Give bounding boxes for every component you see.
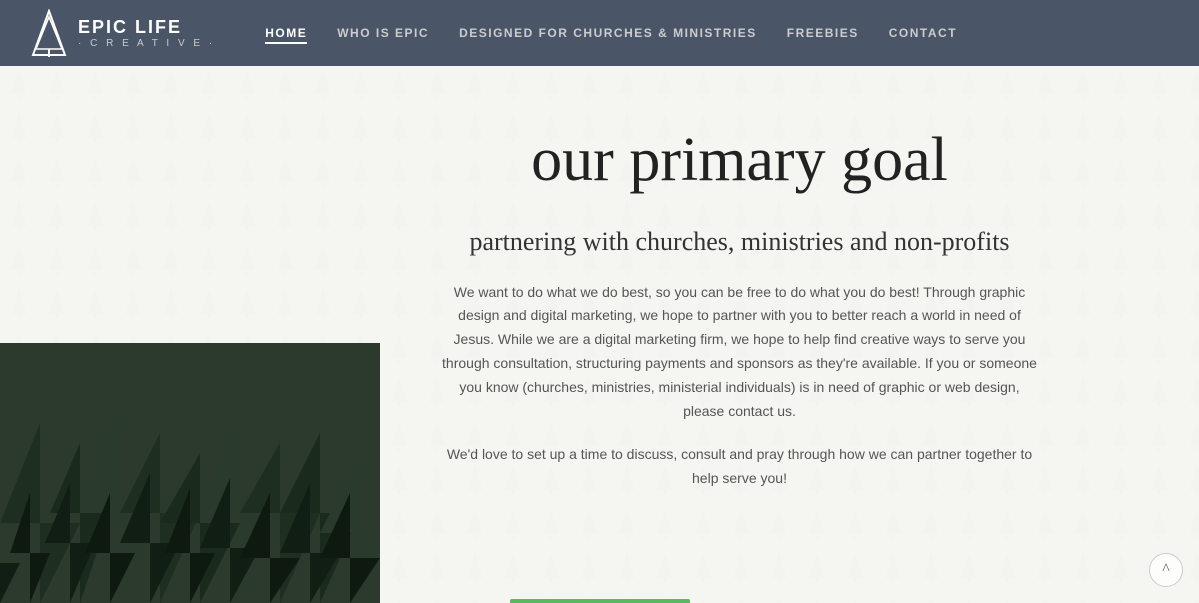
navbar: EPIC LIFE · C R E A T I V E · HOME WHO I…	[0, 0, 1199, 66]
logo-title: EPIC LIFE	[78, 17, 215, 38]
nav-links: HOME WHO IS EPIC DESIGNED FOR CHURCHES &…	[265, 24, 957, 42]
nav-item-designed[interactable]: DESIGNED FOR CHURCHES & MINISTRIES	[459, 24, 757, 42]
main-area: our primary goal partnering with churche…	[0, 66, 1199, 603]
content-box: our primary goal partnering with churche…	[380, 126, 1099, 491]
nav-link-freebies[interactable]: FREEBIES	[787, 26, 859, 40]
nav-item-home[interactable]: HOME	[265, 24, 307, 42]
logo-subtitle: · C R E A T I V E ·	[78, 38, 215, 49]
nav-item-contact[interactable]: CONTACT	[889, 24, 957, 42]
body-text-1: We want to do what we do best, so you ca…	[440, 281, 1040, 424]
chevron-up-icon: ^	[1162, 561, 1170, 579]
green-bar-decoration	[510, 599, 690, 603]
tree-logo-icon	[30, 9, 68, 57]
forest-overlay	[0, 343, 380, 603]
logo[interactable]: EPIC LIFE · C R E A T I V E ·	[30, 9, 215, 57]
scroll-top-button[interactable]: ^	[1149, 553, 1183, 587]
nav-link-who[interactable]: WHO IS EPIC	[337, 26, 429, 40]
nav-link-contact[interactable]: CONTACT	[889, 26, 957, 40]
page-title: our primary goal	[380, 126, 1099, 194]
nav-link-designed[interactable]: DESIGNED FOR CHURCHES & MINISTRIES	[459, 26, 757, 40]
nav-item-who[interactable]: WHO IS EPIC	[337, 24, 429, 42]
nav-link-home[interactable]: HOME	[265, 26, 307, 44]
subtitle: partnering with churches, ministries and…	[380, 224, 1099, 260]
forest-svg	[0, 343, 380, 603]
nav-item-freebies[interactable]: FREEBIES	[787, 24, 859, 42]
body-text-2: We'd love to set up a time to discuss, c…	[440, 443, 1040, 491]
